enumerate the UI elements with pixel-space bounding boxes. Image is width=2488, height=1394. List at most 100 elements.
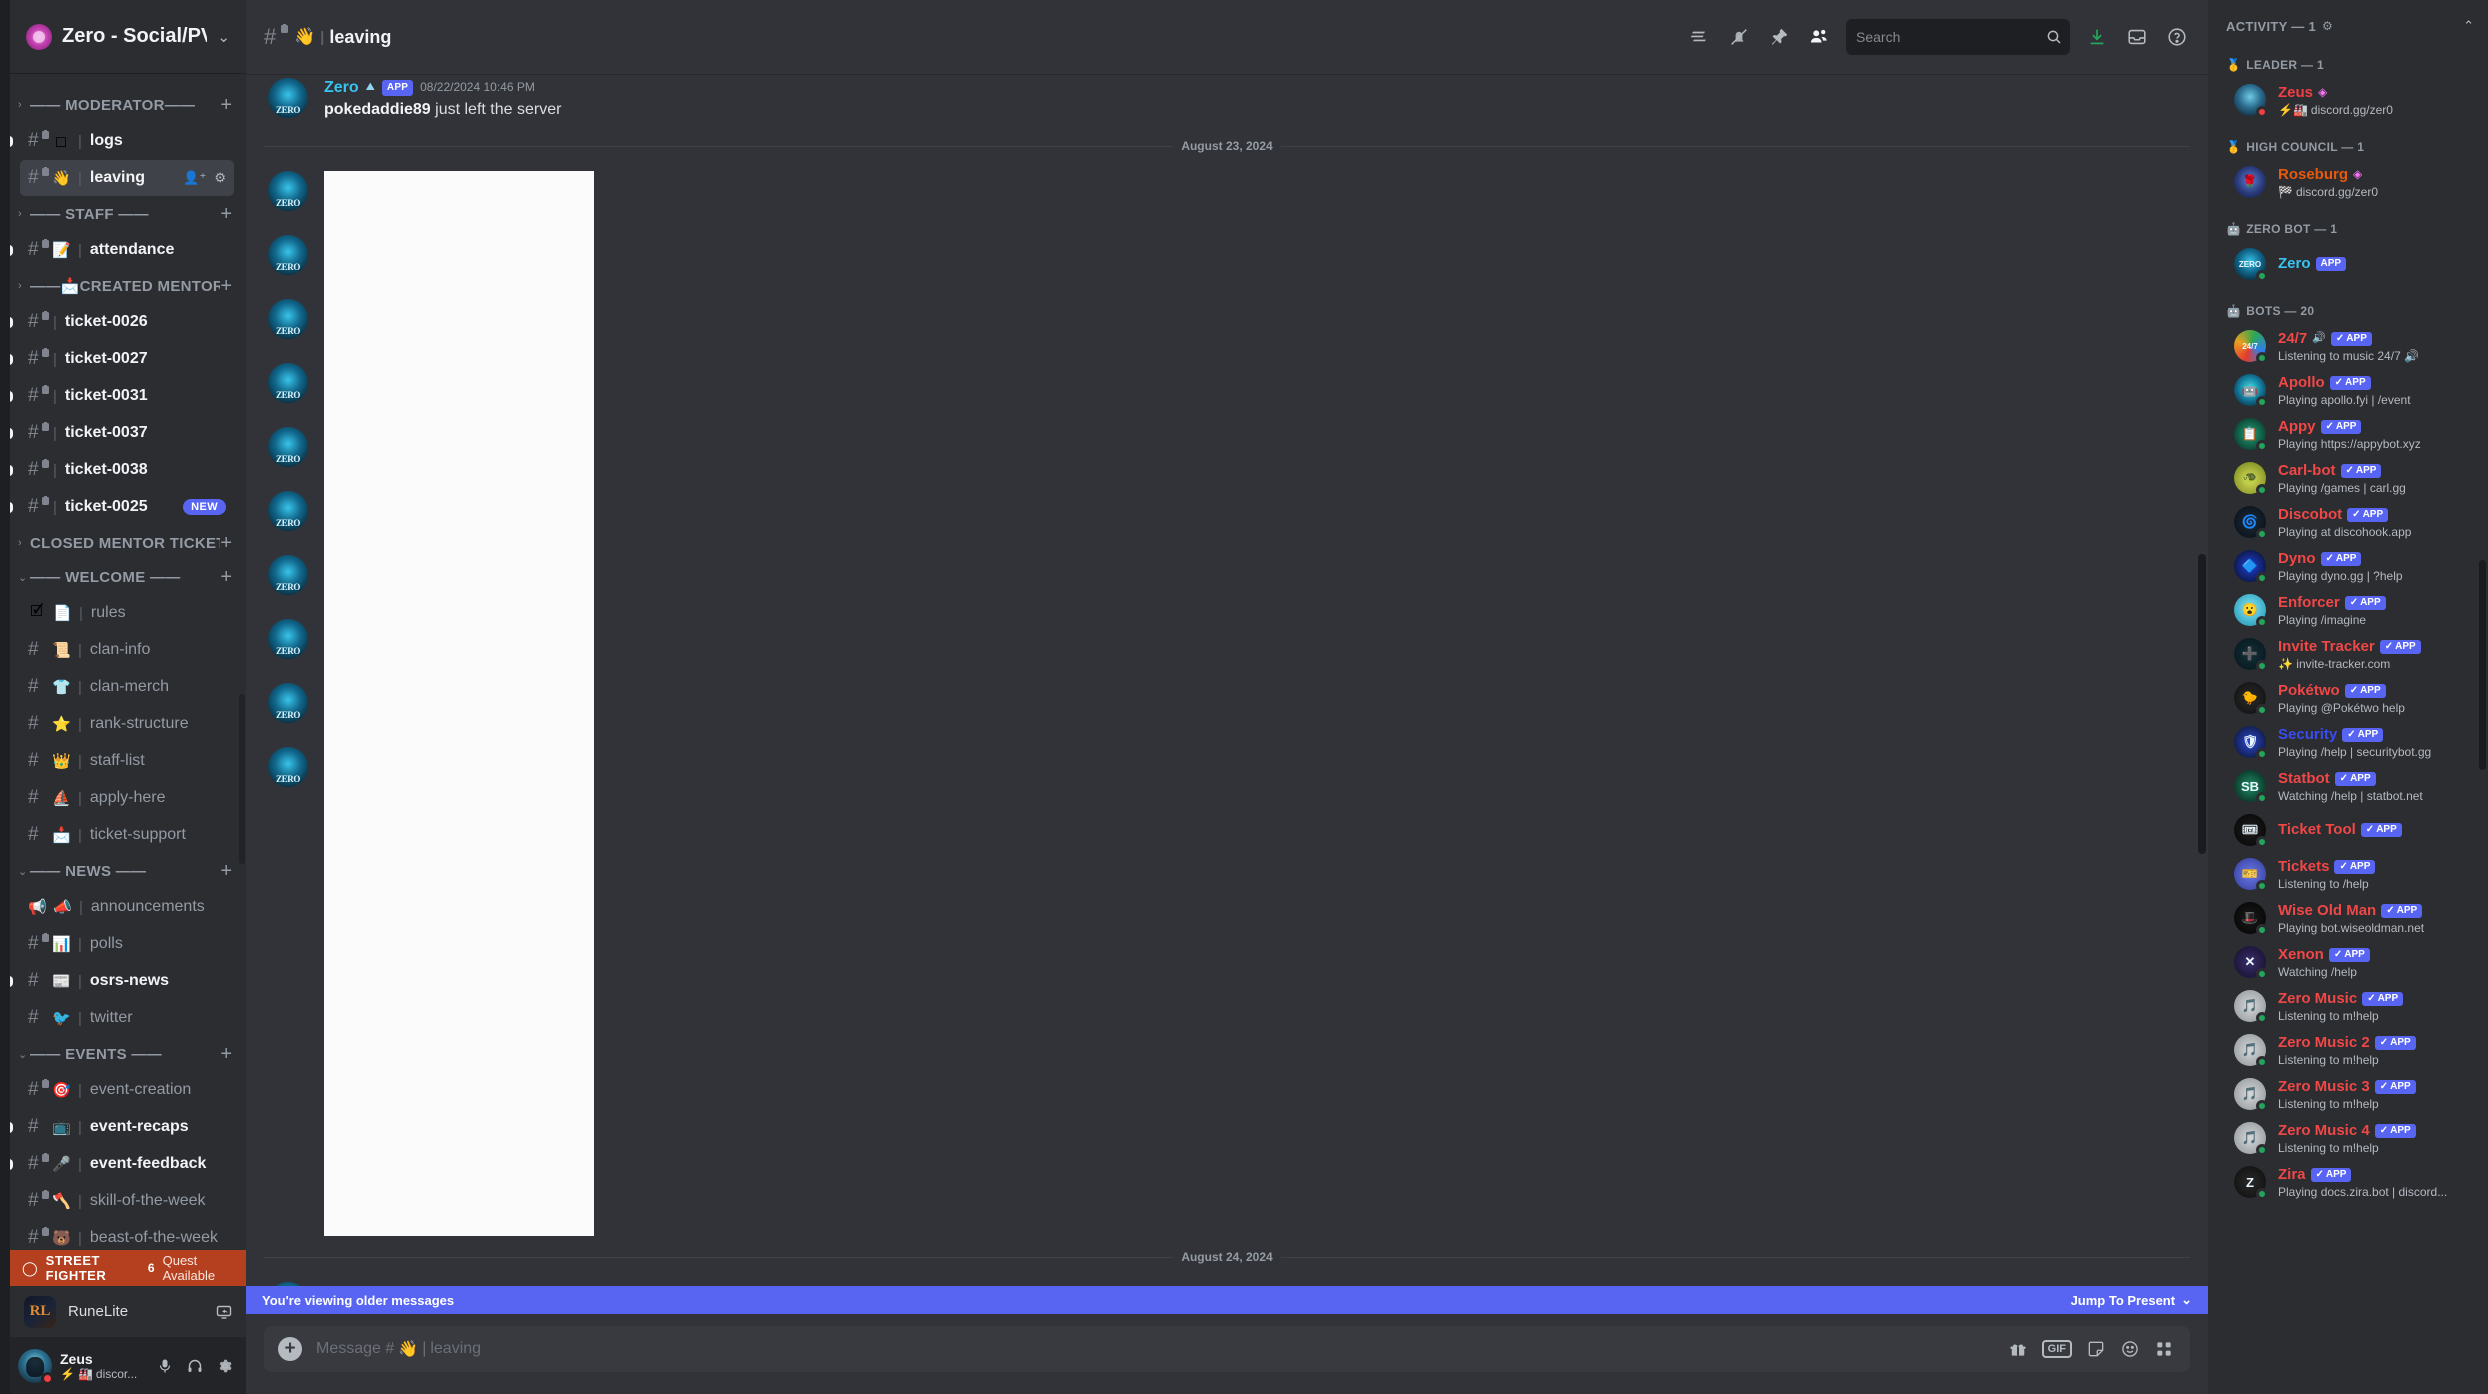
channel-item-ticket-0038[interactable]: # | ticket-0038 — [10, 452, 234, 488]
member-row[interactable]: 🎵 Zero Music 3 ✓ APP Listening to m!help — [2216, 1072, 2480, 1116]
gear-icon[interactable] — [212, 1353, 238, 1379]
avatar[interactable]: ZERO — [268, 299, 308, 340]
activity-runelite-row[interactable]: RL RuneLite — [10, 1286, 246, 1338]
member-row[interactable]: SB Statbot ✓ APP Watching /help | statbot.ne… — [2216, 764, 2480, 808]
channel-item-leaving[interactable]: # 👋 | leaving 👤⁺ ⚙ — [20, 160, 234, 196]
channel-item-ticket-support[interactable]: # 📩 | ticket-support — [20, 817, 234, 853]
threads-icon[interactable] — [1682, 20, 1716, 54]
channel-item-clan-info[interactable]: # 📜 | clan-info — [20, 632, 234, 668]
category-header[interactable]: › ——📩CREATED MENTOR TICK...+ — [10, 269, 246, 303]
category-header[interactable]: ⌄ —— NEWS —— + — [10, 854, 246, 888]
share-screen-icon[interactable] — [216, 1304, 232, 1320]
member-row[interactable]: ZERO Zero APP — [2216, 242, 2480, 286]
add-channel-icon[interactable]: + — [220, 533, 232, 553]
avatar[interactable]: ZERO — [268, 683, 308, 724]
member-row[interactable]: Z Zira ✓ APP Playing docs.zira.bot | discord… — [2216, 1160, 2480, 1204]
category-header[interactable]: › CLOSED MENTOR TICKETS + — [10, 526, 246, 560]
channel-item-ticket-0037[interactable]: # | ticket-0037 — [10, 415, 234, 451]
channel-item-announcements[interactable]: 📢 📣 | announcements — [20, 889, 234, 925]
member-row[interactable]: 24/7 24/7 🔊 ✓ APP Listening to music 24/7 🔊 — [2216, 324, 2480, 368]
member-row[interactable]: 🎵 Zero Music 2 ✓ APP Listening to m!help — [2216, 1028, 2480, 1072]
inbox-icon[interactable] — [2120, 20, 2154, 54]
add-channel-icon[interactable]: + — [220, 567, 232, 587]
add-channel-icon[interactable]: + — [220, 276, 232, 296]
apps-icon[interactable] — [2154, 1339, 2174, 1359]
avatar[interactable]: ZERO — [268, 491, 308, 532]
channel-item-attendance[interactable]: # 📝 | attendance — [10, 232, 234, 268]
channel-item-event-recaps[interactable]: # 📺 | event-recaps — [10, 1109, 234, 1145]
avatar[interactable]: ZERO — [268, 555, 308, 596]
gif-icon[interactable]: GIF — [2041, 1340, 2072, 1358]
avatar[interactable]: ZERO — [268, 619, 308, 660]
pin-icon[interactable] — [1762, 20, 1796, 54]
mic-icon[interactable] — [152, 1353, 178, 1379]
channel-item-ticket-0031[interactable]: # | ticket-0031 — [10, 378, 234, 414]
quest-cta[interactable]: Quest Available — [163, 1253, 234, 1283]
channel-item-rules[interactable]: 🗹 📄 | rules — [20, 595, 234, 631]
member-row[interactable]: 🌀 Discobot ✓ APP Playing at discohook.app — [2216, 500, 2480, 544]
member-row[interactable]: 🤖 Apollo ✓ APP Playing apollo.fyi | /event — [2216, 368, 2480, 412]
channel-item-rank-structure[interactable]: # ⭐ | rank-structure — [20, 706, 234, 742]
channel-item-event-feedback[interactable]: # 🎤 | event-feedback — [10, 1146, 234, 1182]
member-row[interactable]: Zeus ◈ ⚡🏭 discord.gg/zer0 — [2216, 78, 2480, 122]
channel-item-ticket-0026[interactable]: # | ticket-0026 — [10, 304, 234, 340]
search-input[interactable] — [1856, 29, 2046, 45]
member-row[interactable]: 🎵 Zero Music 4 ✓ APP Listening to m!help — [2216, 1116, 2480, 1160]
message-scrollbar[interactable] — [2198, 554, 2206, 854]
message-composer[interactable]: + Message # 👋 | leaving GIF — [264, 1326, 2190, 1372]
channel-item-clan-merch[interactable]: # 👕 | clan-merch — [20, 669, 234, 705]
member-row[interactable]: 🎟 Ticket Tool ✓ APP — [2216, 808, 2480, 852]
member-row[interactable]: 🎫 Tickets ✓ APP Listening to /help — [2216, 852, 2480, 896]
message-input[interactable]: Message # 👋 | leaving — [316, 1339, 1994, 1359]
member-row[interactable]: 🐤 Pokétwo ✓ APP Playing @Pokétwo help — [2216, 676, 2480, 720]
category-header[interactable]: › —— STAFF —— + — [10, 197, 246, 231]
channel-item-beast-of-the-week[interactable]: # 🐻 | beast-of-the-week — [20, 1220, 234, 1250]
member-row[interactable]: 🎵 Zero Music ✓ APP Listening to m!help — [2216, 984, 2480, 1028]
member-row[interactable]: 🛡 Security ✓ APP Playing /help | securitybot… — [2216, 720, 2480, 764]
member-row[interactable]: 🐢 Carl-bot ✓ APP Playing /games | carl.gg — [2216, 456, 2480, 500]
add-channel-icon[interactable]: + — [220, 204, 232, 224]
avatar[interactable] — [18, 1349, 54, 1385]
avatar[interactable]: ZERO — [268, 747, 308, 788]
notification-off-icon[interactable] — [1722, 20, 1756, 54]
member-row[interactable]: 📋 Appy ✓ APP Playing https://appybot.xyz — [2216, 412, 2480, 456]
headset-icon[interactable] — [182, 1353, 208, 1379]
emoji-icon[interactable] — [2120, 1339, 2140, 1359]
quest-bar[interactable]: ◯ STREET FIGHTER 6 Quest Available — [10, 1250, 246, 1286]
avatar[interactable]: ZERO — [268, 78, 308, 118]
guild-header[interactable]: Zero - Social/PVM/P... ⌄ — [10, 0, 246, 74]
channel-item-ticket-0027[interactable]: # | ticket-0027 — [10, 341, 234, 377]
category-header[interactable]: ⌄ —— WELCOME —— + — [10, 560, 246, 594]
gift-icon[interactable] — [2008, 1339, 2028, 1359]
member-row[interactable]: 🌹 Roseburg ◈ 🏁 discord.gg/zer0 — [2216, 160, 2480, 204]
jump-to-present-button[interactable]: Jump To Present ⌄ — [2071, 1292, 2192, 1308]
channel-item-twitter[interactable]: # 🐦 | twitter — [20, 1000, 234, 1036]
message-author[interactable]: Zero — [324, 78, 359, 97]
member-row[interactable]: 😮 Enforcer ✓ APP Playing /imagine — [2216, 588, 2480, 632]
add-channel-icon[interactable]: + — [220, 95, 232, 115]
channel-item-polls[interactable]: # 📊 | polls — [20, 926, 234, 962]
channel-list[interactable]: › —— MODERATOR—— + # ◻ | logs # 👋 | leaving 👤⁺ ⚙ › —— … — [10, 74, 246, 1250]
add-attachment-button[interactable]: + — [278, 1337, 302, 1361]
members-icon[interactable] — [1802, 20, 1836, 54]
gear-icon[interactable]: ⚙ — [2322, 19, 2333, 33]
channel-item-apply-here[interactable]: # ⛵ | apply-here — [20, 780, 234, 816]
channel-item-logs[interactable]: # ◻ | logs — [10, 123, 234, 159]
category-header[interactable]: ⌄ —— EVENTS —— + — [10, 1037, 246, 1071]
add-channel-icon[interactable]: + — [220, 861, 232, 881]
channel-item-ticket-0025[interactable]: # | ticket-0025 NEW — [10, 489, 234, 525]
avatar[interactable]: ZERO — [268, 235, 308, 276]
channel-item-staff-list[interactable]: # 👑 | staff-list — [20, 743, 234, 779]
channel-item-skill-of-the-week[interactable]: # 🪓 | skill-of-the-week — [20, 1183, 234, 1219]
avatar[interactable]: ZERO — [268, 1282, 308, 1286]
inbox-download-icon[interactable] — [2080, 20, 2114, 54]
user-info[interactable]: Zeus ⚡ 🏭 discor... — [60, 1351, 144, 1381]
member-row[interactable]: 🔷 Dyno ✓ APP Playing dyno.gg | ?help — [2216, 544, 2480, 588]
gear-icon[interactable]: ⚙ — [214, 170, 226, 186]
sidebar-scrollbar[interactable] — [239, 694, 245, 864]
message-list[interactable]: ZERO Zero ⛰ APP 08/22/2024 10:46 PM pokedaddi… — [246, 74, 2208, 1286]
sticker-icon[interactable] — [2086, 1339, 2106, 1359]
member-row[interactable]: ➕ Invite Tracker ✓ APP ✨ invite-tracker.com — [2216, 632, 2480, 676]
avatar[interactable]: ZERO — [268, 363, 308, 404]
member-row[interactable]: 🎩 Wise Old Man ✓ APP Playing bot.wiseoldman.… — [2216, 896, 2480, 940]
